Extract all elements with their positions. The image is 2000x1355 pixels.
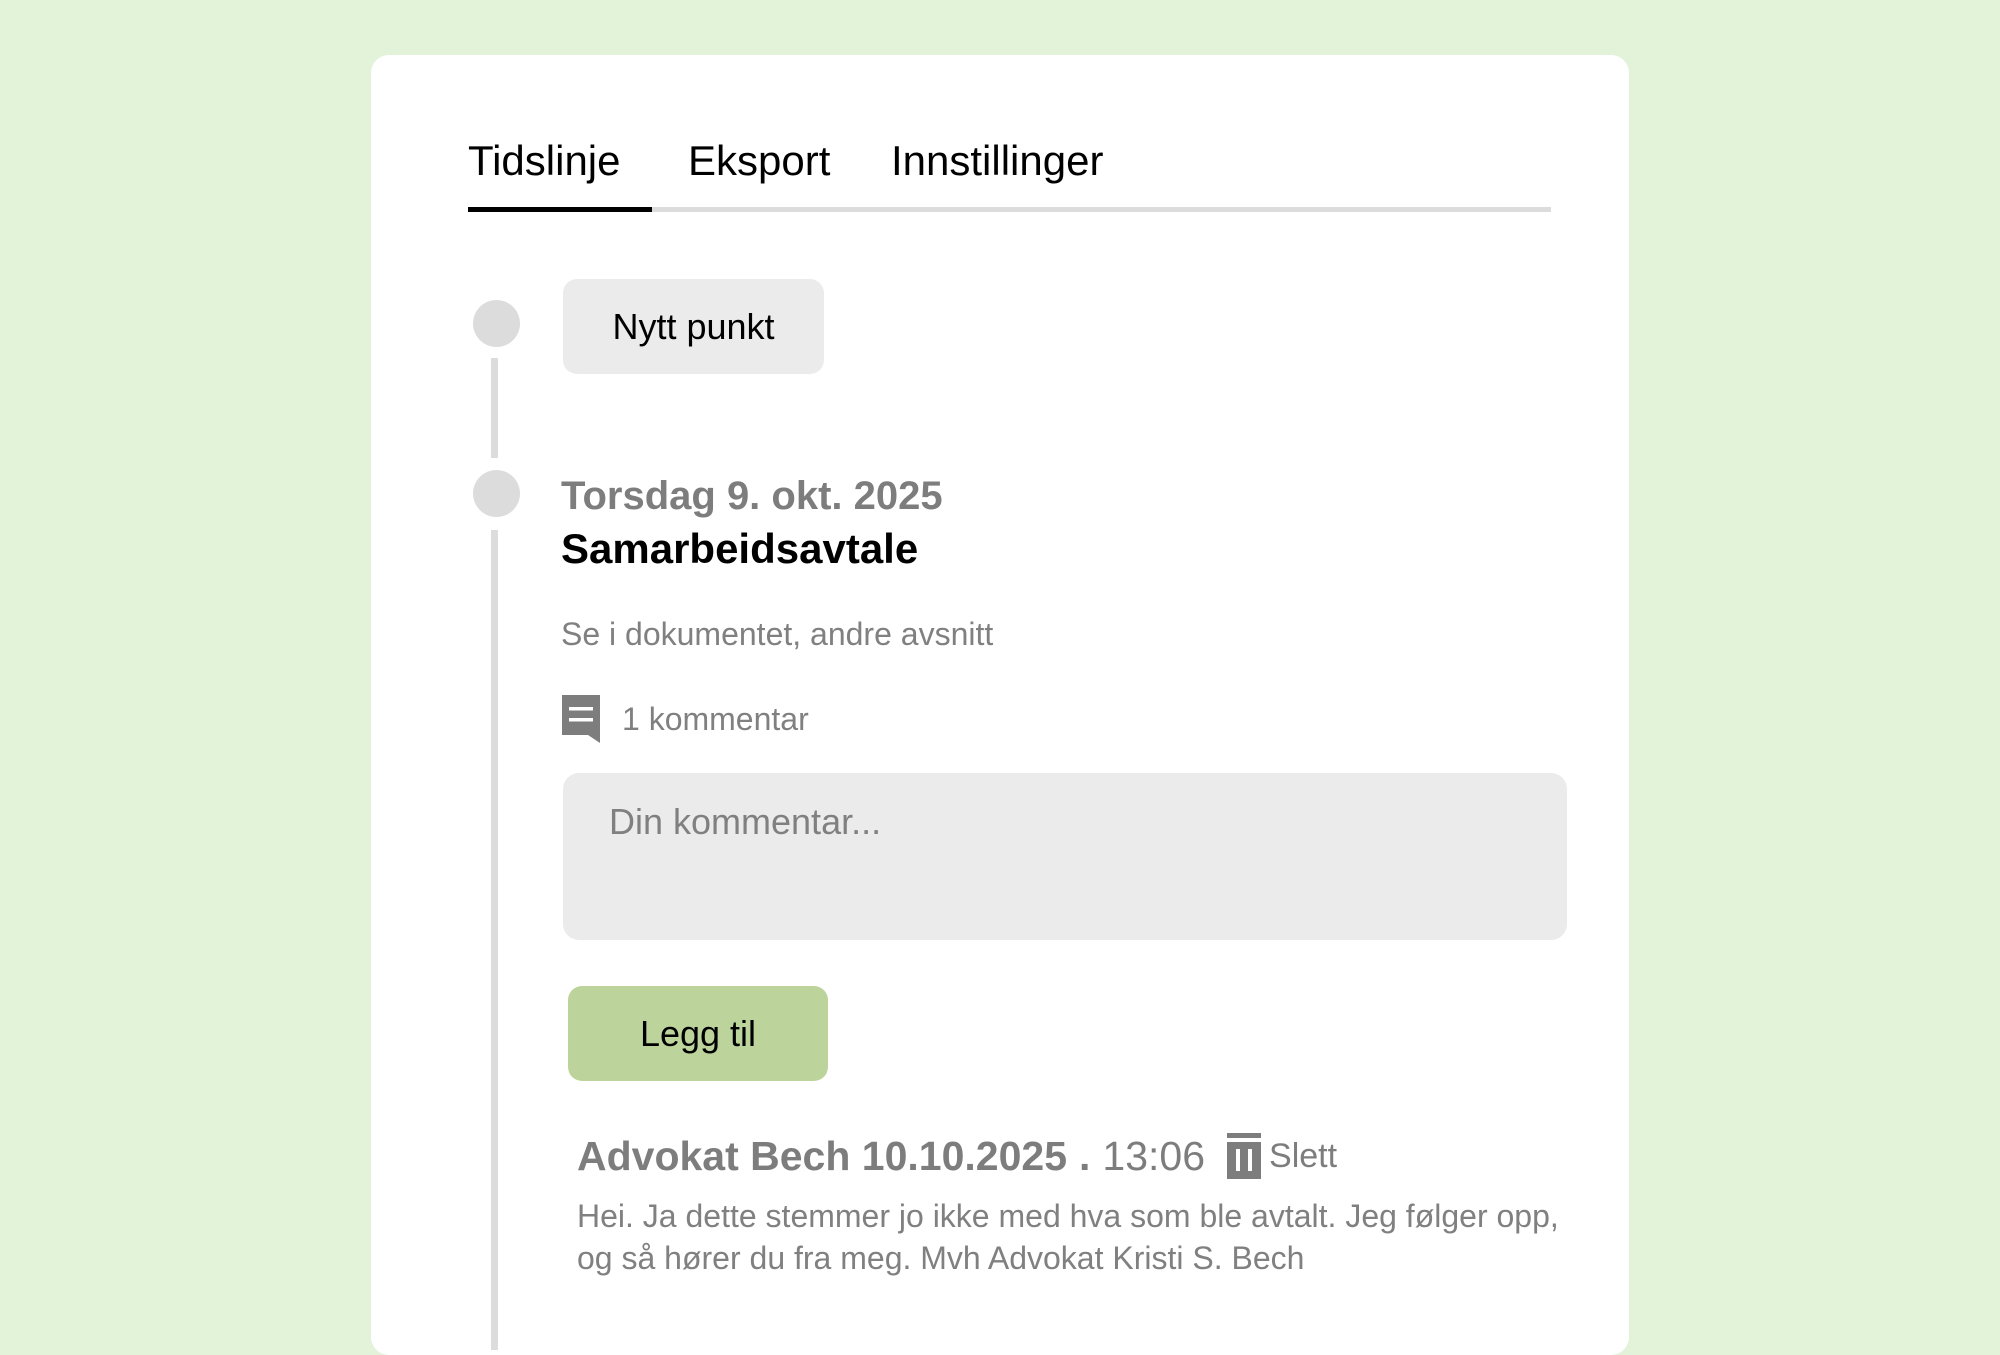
entry-description: Se i dokumentet, andre avsnitt [561,616,994,652]
tab-bar: Tidslinje Eksport Innstillinger [468,135,1551,212]
delete-comment-button[interactable]: Slett [1227,1133,1337,1179]
new-point-button[interactable]: Nytt punkt [563,279,824,374]
timeline-dot-new [473,300,520,347]
comment-text: Hei. Ja dette stemmer jo ikke med hva so… [577,1198,1559,1276]
timeline-rail [491,530,498,1350]
comment-count[interactable]: 1 kommentar [562,694,809,744]
trash-icon [1227,1133,1262,1179]
timeline-connector [491,358,498,458]
add-comment-button[interactable]: Legg til [568,986,828,1081]
comment-separator: . [1079,1132,1091,1179]
tab-eksport[interactable]: Eksport [688,135,830,187]
comment-time: 13:06 [1102,1132,1206,1179]
comment-count-label: 1 kommentar [622,700,809,737]
delete-label: Slett [1269,1136,1338,1175]
comment-input[interactable] [563,773,1567,940]
comment-icon [562,695,600,743]
comment-author: Advokat Bech 10.10.2025 [577,1132,1067,1179]
comment-meta: Advokat Bech 10.10.2025 . 13:06 Slett [577,1128,1337,1184]
tab-innstillinger[interactable]: Innstillinger [891,135,1103,187]
entry-title: Samarbeidsavtale [561,525,919,572]
timeline-dot-entry [473,470,520,517]
tab-tidslinje[interactable]: Tidslinje [468,135,621,187]
tab-active-indicator [468,207,652,212]
entry-date: Torsdag 9. okt. 2025 [561,474,943,518]
